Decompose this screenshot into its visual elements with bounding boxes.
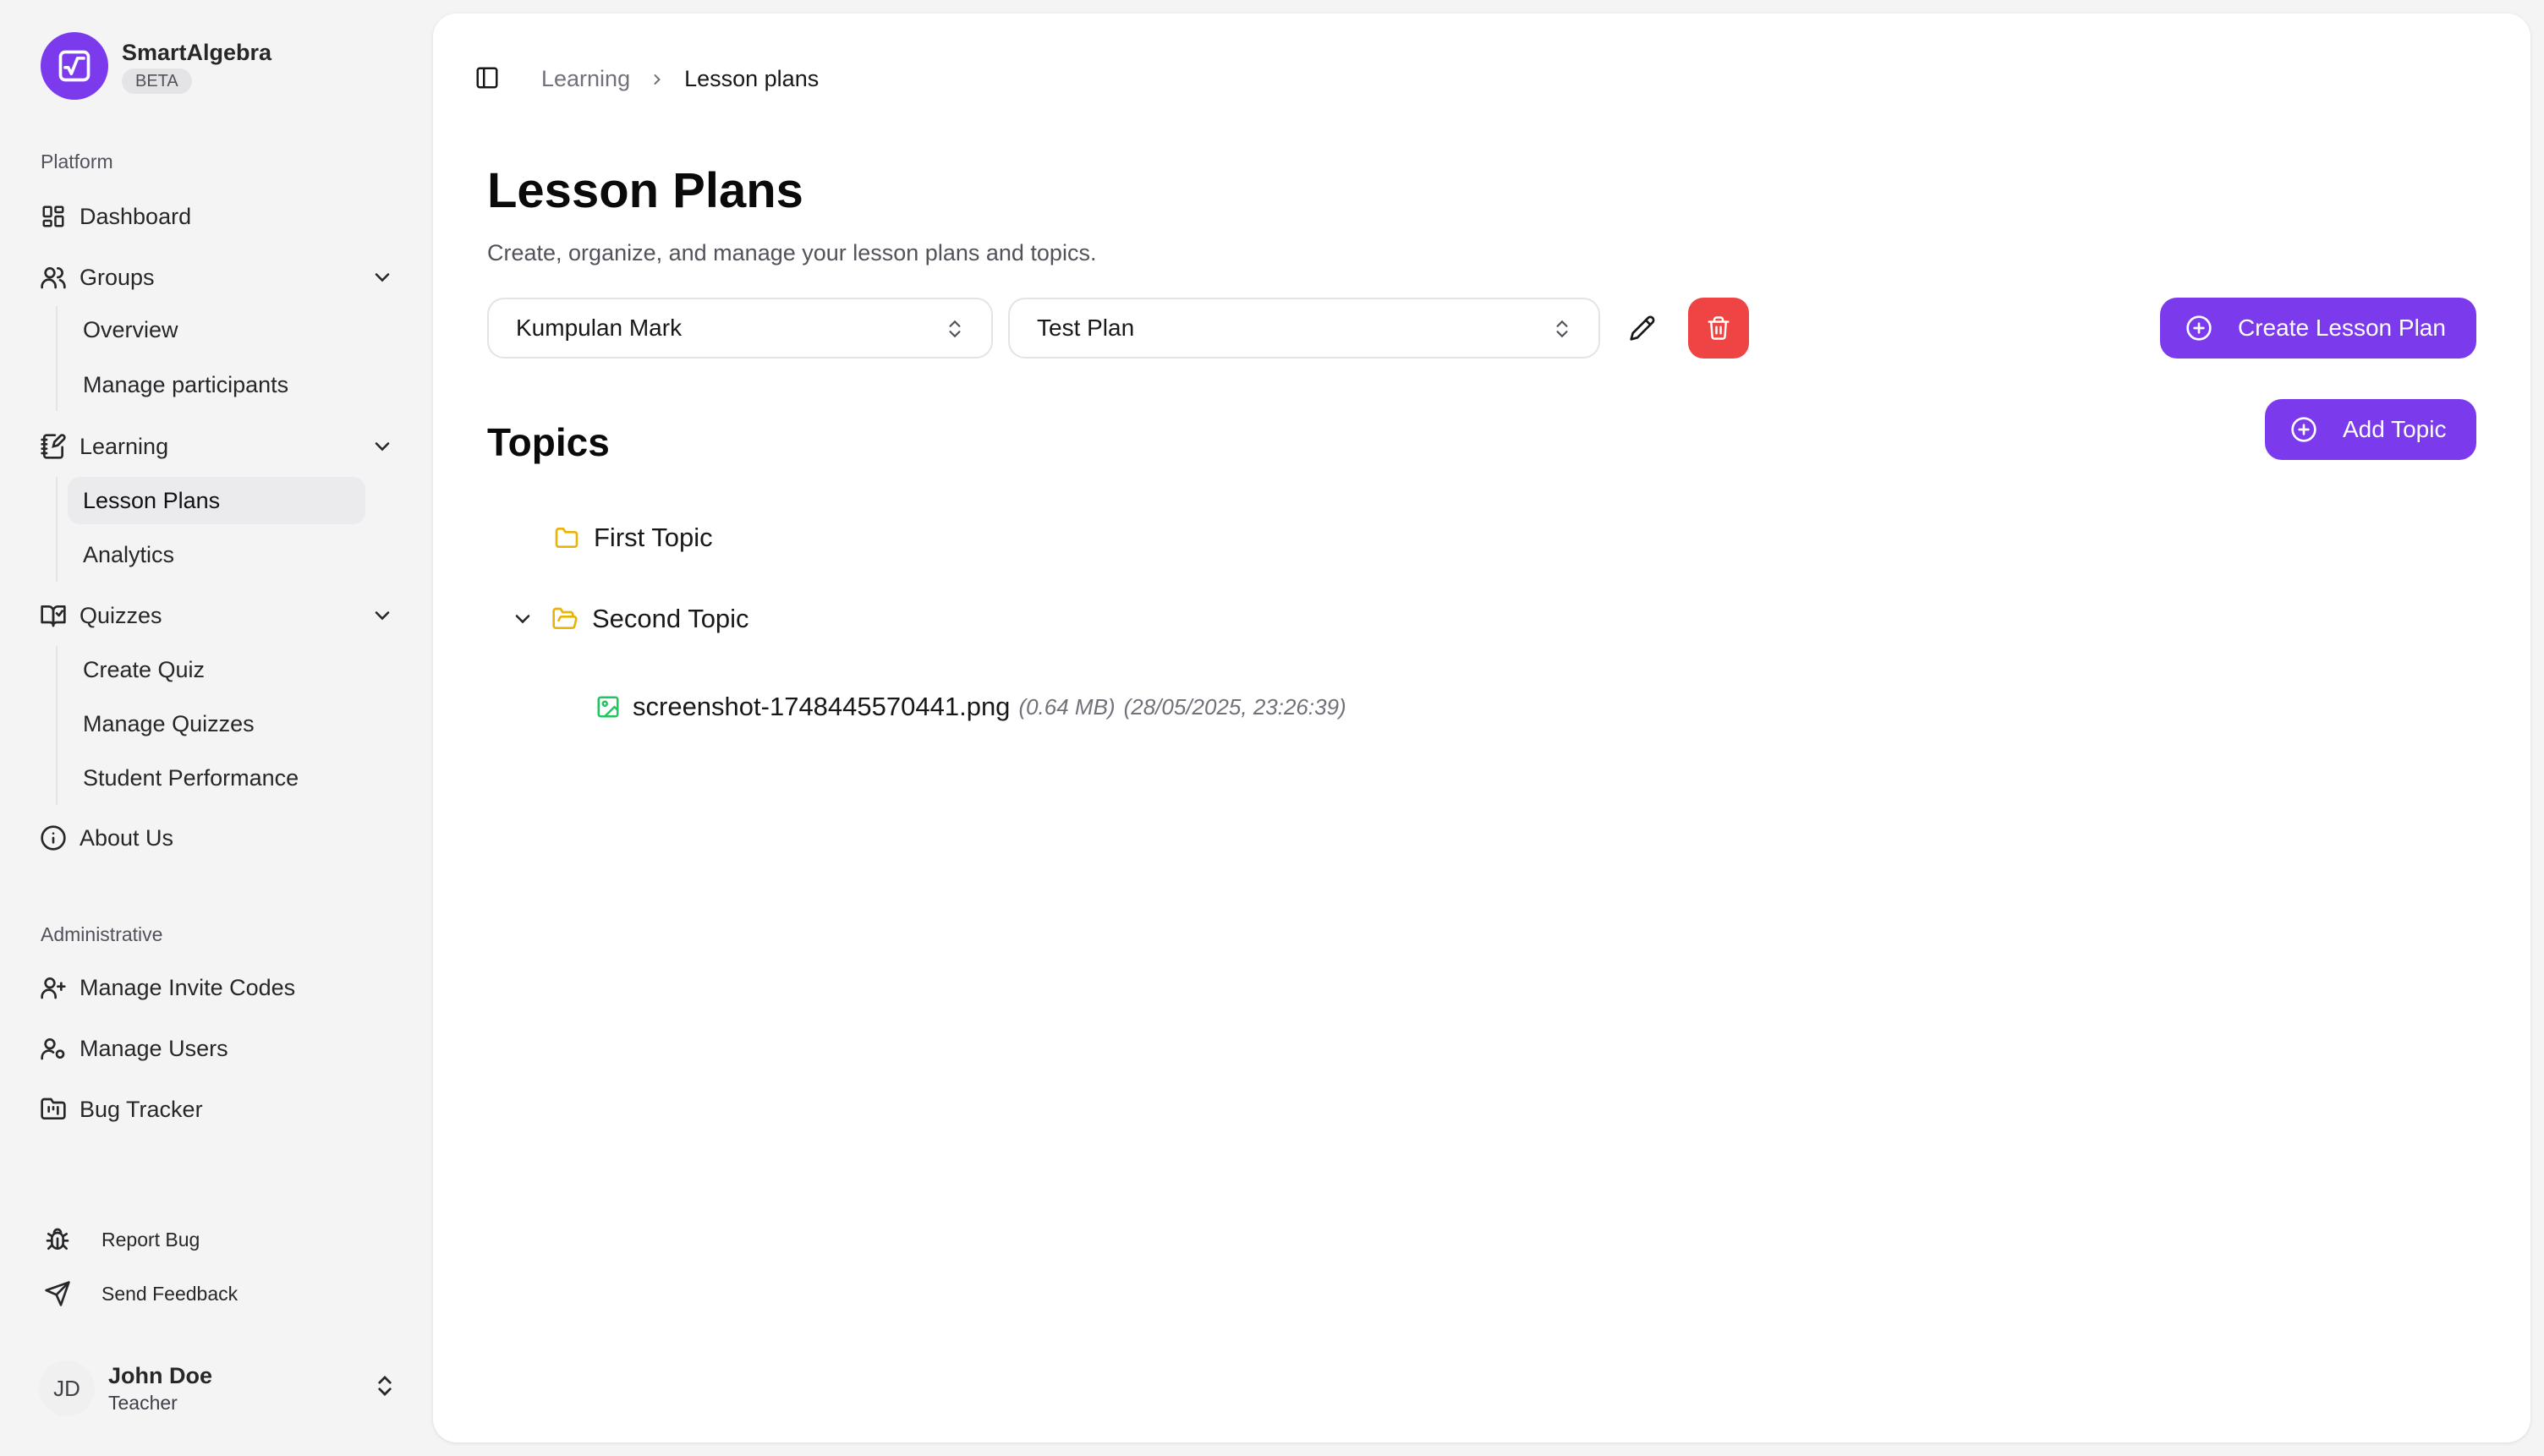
sidebar-item-learning[interactable]: Learning (39, 423, 394, 470)
sidebar-item-dashboard[interactable]: Dashboard (39, 193, 394, 240)
panel-left-icon (474, 65, 500, 90)
quizzes-subnav-line (56, 646, 58, 805)
sqrt-logo-icon (41, 32, 108, 100)
brand[interactable]: SmartAlgebra BETA (41, 32, 271, 100)
breadcrumb: Learning Lesson plans (541, 66, 819, 92)
chevron-down-icon[interactable] (370, 604, 394, 627)
plus-circle-icon (2185, 315, 2212, 342)
sidebar-item-label: Bug Tracker (80, 1096, 203, 1122)
user-cog-icon (39, 1034, 68, 1063)
sidebar-item-student-performance[interactable]: Student Performance (68, 754, 365, 802)
sidebar-item-manage-participants[interactable]: Manage participants (68, 361, 365, 408)
pencil-icon (1629, 315, 1656, 342)
send-feedback-link[interactable]: Send Feedback (42, 1273, 238, 1314)
report-bug-link[interactable]: Report Bug (42, 1219, 200, 1260)
send-icon (42, 1278, 73, 1309)
user-plus-icon (39, 973, 68, 1002)
main-panel: Learning Lesson plans Lesson Plans Creat… (433, 14, 2530, 1442)
user-menu[interactable]: JD John Doe Teacher (39, 1358, 398, 1419)
user-name: John Doe (108, 1363, 213, 1388)
add-topic-label: Add Topic (2343, 416, 2447, 442)
avatar: JD (39, 1360, 95, 1416)
folder-icon (553, 524, 580, 551)
beta-badge: BETA (122, 68, 192, 94)
sidebar-item-manage-users[interactable]: Manage Users (39, 1025, 394, 1072)
file-row[interactable]: screenshot-1748445570441.png (0.64 MB) (… (595, 692, 1346, 722)
file-size: (0.64 MB) (1018, 693, 1116, 720)
learning-subnav-line (56, 477, 58, 582)
sidebar-item-create-quiz[interactable]: Create Quiz (68, 646, 365, 693)
file-name[interactable]: screenshot-1748445570441.png (633, 692, 1010, 722)
brand-name: SmartAlgebra (122, 40, 272, 65)
administrative-section-label: Administrative (41, 923, 163, 945)
file-date: (28/05/2025, 23:26:39) (1123, 693, 1346, 720)
topic-row-first[interactable]: First Topic (553, 523, 713, 553)
sidebar-item-label: Groups (80, 264, 155, 290)
chevrons-up-down-icon[interactable] (372, 1373, 398, 1399)
lesson-plan-select[interactable]: Test Plan (1008, 298, 1600, 359)
sidebar-item-groups[interactable]: Groups (39, 254, 394, 301)
chevron-down-icon[interactable] (511, 607, 535, 631)
page-title: Lesson Plans (487, 163, 803, 218)
breadcrumb-current: Lesson plans (684, 66, 820, 91)
sidebar-item-overview[interactable]: Overview (68, 306, 365, 353)
sidebar-item-label: Quizzes (80, 602, 162, 628)
delete-plan-button[interactable] (1688, 298, 1749, 359)
sidebar-item-label: Learning (80, 433, 169, 459)
send-feedback-label: Send Feedback (101, 1282, 238, 1305)
chevron-right-icon (649, 71, 666, 88)
trash-icon (1706, 315, 1731, 341)
info-icon (39, 824, 68, 852)
folder-kanban-icon (39, 1095, 68, 1124)
book-check-icon (39, 601, 68, 630)
dashboard-icon (39, 202, 68, 231)
bug-icon (42, 1224, 73, 1255)
breadcrumb-learning[interactable]: Learning (541, 66, 630, 92)
topic-name: First Topic (594, 523, 713, 552)
sidebar-item-manage-quizzes[interactable]: Manage Quizzes (68, 700, 365, 747)
edit-plan-button[interactable] (1612, 298, 1673, 359)
sidebar-item-about-us[interactable]: About Us (39, 814, 394, 862)
page-subtitle: Create, organize, and manage your lesson… (487, 240, 1097, 265)
sidebar-item-label: Manage Invite Codes (80, 974, 296, 1000)
topic-name: Second Topic (592, 604, 749, 633)
chevrons-up-down-icon (1551, 318, 1573, 340)
lesson-plan-select-value: Test Plan (1037, 315, 1135, 341)
sidebar-item-label: About Us (80, 824, 174, 851)
sidebar: SmartAlgebra BETA Platform Dashboard Gro… (0, 0, 433, 1456)
chevron-down-icon[interactable] (370, 435, 394, 458)
report-bug-label: Report Bug (101, 1228, 200, 1251)
create-lesson-plan-button[interactable]: Create Lesson Plan (2160, 298, 2476, 359)
sidebar-item-analytics[interactable]: Analytics (68, 531, 365, 578)
folder-open-icon (551, 605, 578, 632)
chevrons-up-down-icon (944, 318, 966, 340)
chevron-down-icon[interactable] (370, 265, 394, 289)
sidebar-item-quizzes[interactable]: Quizzes (39, 592, 394, 639)
user-role: Teacher (108, 1392, 178, 1414)
add-topic-button[interactable]: Add Topic (2265, 399, 2476, 460)
sidebar-item-label: Manage Users (80, 1035, 228, 1061)
sidebar-item-label: Dashboard (80, 203, 192, 229)
sidebar-item-lesson-plans[interactable]: Lesson Plans (68, 477, 365, 524)
sidebar-toggle-button[interactable] (462, 52, 513, 103)
topics-heading: Topics (487, 420, 610, 464)
image-file-icon (595, 694, 621, 720)
notebook-pen-icon (39, 432, 68, 461)
users-icon (39, 263, 68, 292)
topic-row-second[interactable]: Second Topic (511, 604, 749, 634)
plus-circle-icon (2290, 416, 2317, 443)
sidebar-item-bug-tracker[interactable]: Bug Tracker (39, 1086, 394, 1133)
create-lesson-plan-label: Create Lesson Plan (2238, 315, 2446, 341)
platform-section-label: Platform (41, 151, 113, 172)
sidebar-item-manage-invite-codes[interactable]: Manage Invite Codes (39, 964, 394, 1011)
groups-subnav-line (56, 306, 58, 411)
group-select[interactable]: Kumpulan Mark (487, 298, 993, 359)
group-select-value: Kumpulan Mark (516, 315, 683, 341)
